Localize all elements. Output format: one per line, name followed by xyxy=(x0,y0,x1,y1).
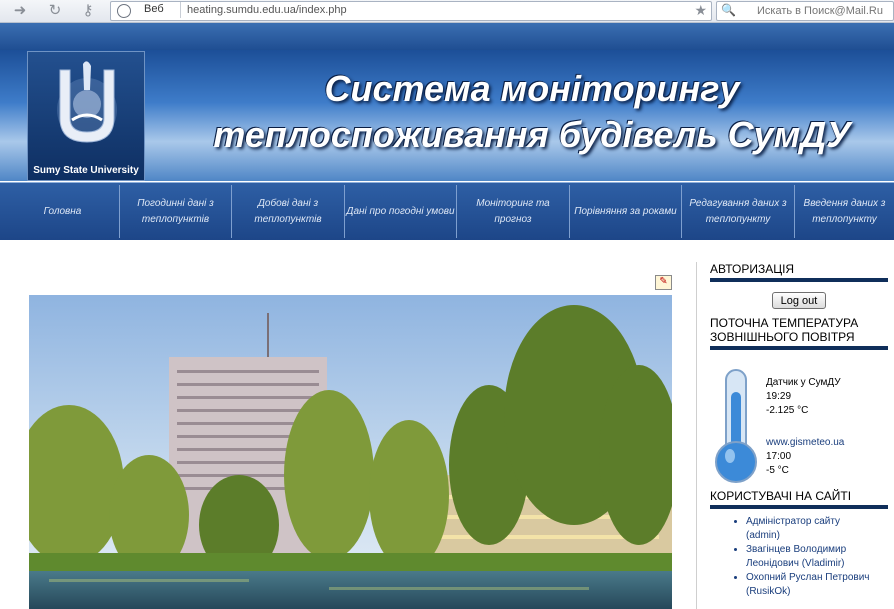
header-top-strip xyxy=(0,23,894,51)
gismeteo-value: -5 °C xyxy=(766,465,789,476)
url-input[interactable] xyxy=(180,2,693,18)
sensor-value: -2.125 °C xyxy=(766,405,809,416)
user-login[interactable]: (RusikOk) xyxy=(746,586,790,597)
university-emblem-icon xyxy=(57,61,117,143)
sensor-reading: Датчик у СумДУ 19:29 -2.125 °C xyxy=(766,376,841,418)
site-banner: Sumy State University Система моніторинг… xyxy=(0,50,894,181)
nav-item-daily-data[interactable]: Добові дані з теплопунктів xyxy=(232,185,345,238)
online-users-list: Адміністратор сайту (admin) Звагінцев Во… xyxy=(710,515,888,599)
user-name[interactable]: Адміністратор сайту xyxy=(746,516,840,527)
search-box[interactable]: 🔍 xyxy=(716,1,894,21)
nav-item-label: Добові дані з теплопунктів xyxy=(254,197,322,225)
campus-photo xyxy=(29,295,672,609)
nav-item-weather-data[interactable]: Дані про погодні умови xyxy=(345,185,457,238)
user-list-item[interactable]: Охопний Руслан Петрович (RusikOk) xyxy=(746,571,888,599)
search-engine-label[interactable]: Веб xyxy=(144,3,164,15)
logout-button[interactable]: Log out xyxy=(772,292,826,309)
nav-item-hourly-data[interactable]: Погодинні дані з теплопунктів xyxy=(120,185,232,238)
nav-item-label: Головна xyxy=(43,205,82,217)
search-input[interactable] xyxy=(755,2,893,20)
nav-item-input-data[interactable]: Введення даних з теплопункту xyxy=(795,185,894,238)
university-logo[interactable]: Sumy State University xyxy=(27,51,145,181)
nav-item-label: Введення даних з теплопункту xyxy=(803,197,886,225)
key-icon[interactable]: ⚷ xyxy=(77,1,99,21)
content-divider xyxy=(696,262,697,609)
campus-photo-image xyxy=(29,295,672,609)
auth-heading: АВТОРИЗАЦІЯ xyxy=(710,262,888,282)
sensor-label: Датчик у СумДУ xyxy=(766,377,841,388)
temperature-heading: ПОТОЧНА ТЕМПЕРАТУРА ЗОВНІШНЬОГО ПОВІТРЯ xyxy=(710,316,888,350)
nav-item-comparison[interactable]: Порівняння за роками xyxy=(570,185,682,238)
nav-item-label: Погодинні дані з теплопунктів xyxy=(137,197,214,225)
main-navigation: Головна Погодинні дані з теплопунктів До… xyxy=(0,182,894,242)
forward-arrow-icon[interactable]: ➜ xyxy=(9,1,31,21)
sensor-time: 19:29 xyxy=(766,391,792,402)
search-icon[interactable]: 🔍 xyxy=(721,2,736,19)
address-bar[interactable]: Веб ★ xyxy=(110,1,712,21)
nav-item-label: Порівняння за роками xyxy=(574,205,677,217)
user-list-item[interactable]: Звагінцев Володимир Леонідович (Vladimir… xyxy=(746,543,888,571)
nav-item-edit-data[interactable]: Редагування даних з теплопункту xyxy=(682,185,795,238)
site-title-line2: теплоспоживання будівель СумДУ xyxy=(213,114,851,155)
nav-item-monitoring[interactable]: Моніторинг та прогноз xyxy=(457,185,570,238)
user-name[interactable]: Охопний Руслан Петрович xyxy=(746,572,870,583)
users-heading: КОРИСТУВАЧІ НА САЙТІ xyxy=(710,489,888,509)
nav-item-label: Дані про погодні умови xyxy=(346,205,455,217)
sidebar: АВТОРИЗАЦІЯ Log out ПОТОЧНА ТЕМПЕРАТУРА … xyxy=(710,262,888,599)
globe-icon xyxy=(117,4,131,18)
bookmark-star-icon[interactable]: ★ xyxy=(694,2,707,18)
gismeteo-reading: www.gismeteo.ua 17:00 -5 °C xyxy=(766,436,844,478)
nav-item-label: Моніторинг та прогноз xyxy=(476,197,550,225)
site-title-line1: Система моніторингу xyxy=(324,68,740,109)
browser-toolbar: ➜ ↻ ⚷ Веб ★ 🔍 xyxy=(0,0,894,23)
temperature-module: Датчик у СумДУ 19:29 -2.125 °C www.gisme… xyxy=(710,354,888,489)
reload-icon[interactable]: ↻ xyxy=(44,1,66,21)
edit-icon[interactable]: ✎ xyxy=(655,275,672,290)
user-login[interactable]: (Vladimir) xyxy=(802,558,845,569)
logo-text: Sumy State University xyxy=(33,165,139,176)
nav-item-home[interactable]: Головна xyxy=(6,185,120,238)
user-login[interactable]: (admin) xyxy=(746,529,888,543)
auth-module: Log out xyxy=(710,286,888,316)
nav-item-label: Редагування даних з теплопункту xyxy=(689,197,787,225)
main-content: ✎ АВТОРИЗАЦІЯ Log out ПОТОЧНА ТЕМПЕРАТУР… xyxy=(0,240,894,609)
gismeteo-time: 17:00 xyxy=(766,451,792,462)
user-list-item[interactable]: Адміністратор сайту (admin) xyxy=(746,515,888,543)
gismeteo-link[interactable]: www.gismeteo.ua xyxy=(766,436,844,450)
thermometer-icon xyxy=(715,369,757,483)
